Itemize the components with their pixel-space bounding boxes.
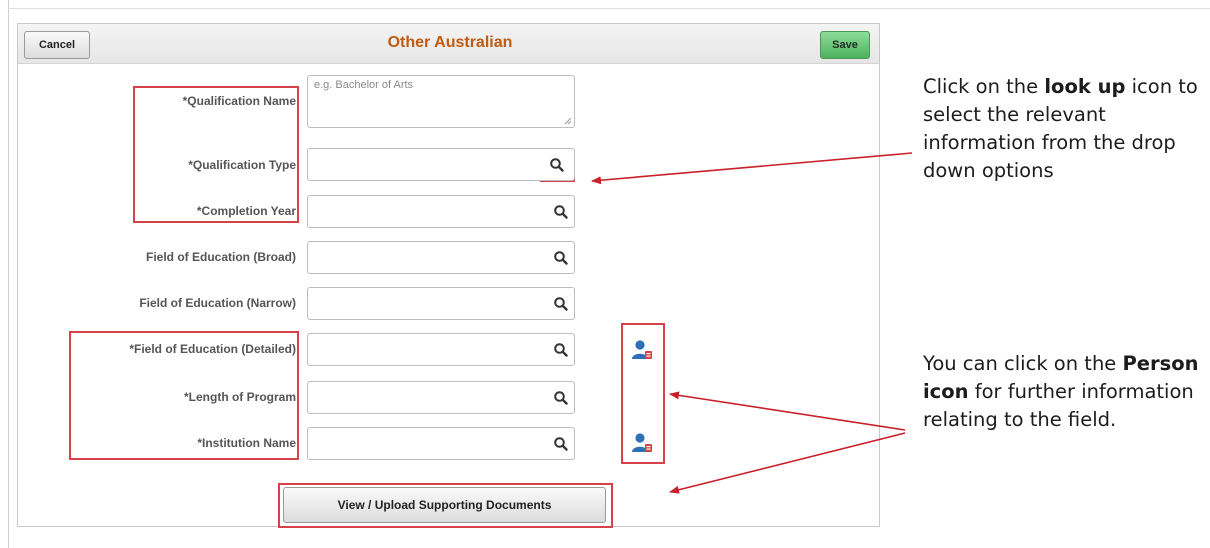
person-annotation: You can click on the Person icon for fur… <box>923 350 1205 434</box>
documents-arrow <box>669 432 906 494</box>
person-arrow <box>669 391 906 431</box>
lookup-note-bold: look up <box>1044 75 1126 98</box>
lookup-arrow <box>591 152 913 185</box>
lookup-annotation: Click on the look up icon to select the … <box>923 73 1205 185</box>
person-note-prefix: You can click on the <box>923 352 1123 375</box>
lookup-note-prefix: Click on the <box>923 75 1045 98</box>
